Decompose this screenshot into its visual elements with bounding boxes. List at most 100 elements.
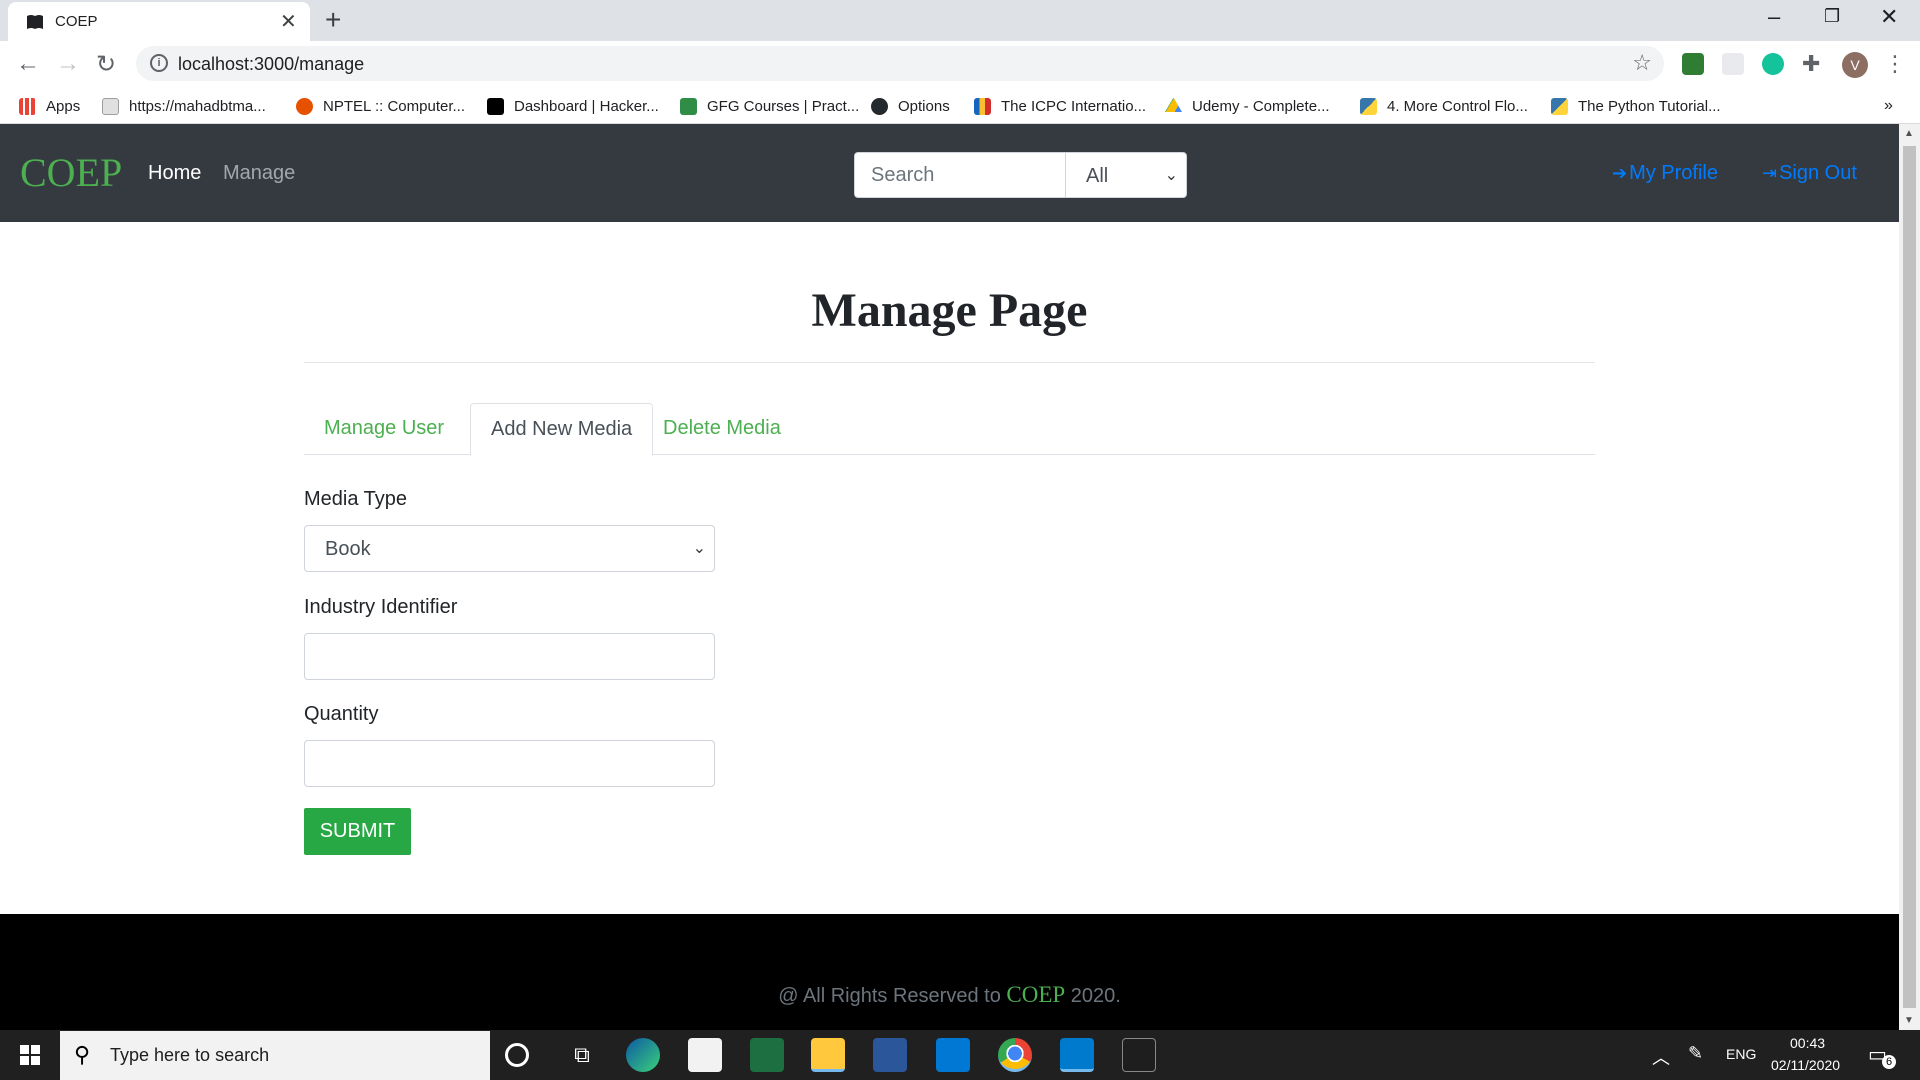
search-filter-select[interactable]: All ⌄: [1066, 153, 1186, 197]
bookmark-mahadbt[interactable]: https://mahadbtma...: [102, 95, 266, 117]
bookmark-options[interactable]: Options: [871, 95, 950, 117]
media-type-select[interactable]: Book ⌄: [304, 525, 715, 572]
document-icon: [102, 97, 119, 115]
bookmark-label: Options: [898, 97, 950, 115]
grammarly-icon[interactable]: [1762, 53, 1784, 75]
word-icon[interactable]: [873, 1038, 907, 1072]
divider: [304, 362, 1595, 363]
submit-button[interactable]: SUBMIT: [304, 808, 411, 855]
vscode-icon[interactable]: [1060, 1038, 1094, 1072]
industry-identifier-label: Industry Identifier: [304, 596, 458, 618]
nav-manage-link[interactable]: Manage: [223, 162, 295, 185]
new-tab-icon[interactable]: +: [325, 4, 341, 36]
scrollbar-thumb[interactable]: [1903, 146, 1916, 1008]
extension-blank-icon[interactable]: [1722, 53, 1744, 75]
tab-title: COEP: [55, 13, 98, 30]
excel-icon[interactable]: [750, 1038, 784, 1072]
chrome-icon[interactable]: [998, 1038, 1032, 1072]
address-bar[interactable]: i localhost:3000/manage ☆: [136, 46, 1664, 81]
bookmark-apps[interactable]: Apps: [19, 95, 80, 117]
windows-start-icon[interactable]: [20, 1045, 40, 1065]
minimize-icon[interactable]: –: [1768, 4, 1780, 30]
bookmark-label: Udemy - Complete...: [1192, 97, 1330, 115]
taskbar-search-box[interactable]: ⚲ Type here to search: [60, 1031, 490, 1080]
book-icon: [27, 15, 43, 29]
taskbar-search-placeholder: Type here to search: [110, 1045, 270, 1065]
bookmark-icpc[interactable]: The ICPC Internatio...: [974, 95, 1146, 117]
tab-delete-media[interactable]: Delete Media: [643, 403, 801, 455]
bookmark-star-icon[interactable]: ☆: [1632, 50, 1652, 76]
browser-menu-icon[interactable]: ⋮: [1884, 53, 1906, 75]
brand-logo[interactable]: COEP: [20, 149, 122, 196]
nav-home-link[interactable]: Home: [148, 162, 201, 185]
back-icon[interactable]: ←: [16, 50, 40, 78]
extensions-puzzle-icon[interactable]: ✚: [1802, 53, 1824, 75]
sign-out-link[interactable]: ⇥ Sign Out: [1762, 162, 1857, 185]
quantity-input[interactable]: [304, 740, 715, 787]
profile-avatar[interactable]: V: [1842, 52, 1868, 78]
pen-icon[interactable]: ✎: [1688, 1043, 1703, 1064]
window-close-icon[interactable]: ✕: [1880, 4, 1898, 30]
forward-icon[interactable]: →: [56, 50, 80, 78]
more-bookmarks-icon[interactable]: »: [1884, 95, 1893, 117]
sign-out-icon: ⇥: [1762, 163, 1778, 183]
bookmark-udemy[interactable]: Udemy - Complete...: [1165, 95, 1330, 117]
sign-in-icon: ➔: [1612, 163, 1628, 183]
search-icon: ⚲: [74, 1042, 91, 1067]
search-filter-value: All: [1086, 165, 1109, 187]
bookmark-label: GFG Courses | Pract...: [707, 97, 860, 115]
footer-prefix: @ All Rights Reserved to: [778, 985, 1007, 1007]
task-view-icon[interactable]: ⧉: [565, 1038, 599, 1072]
bookmarks-bar: Apps https://mahadbtma... NPTEL :: Compu…: [0, 86, 1920, 124]
hackerrank-icon: [487, 97, 504, 115]
url-text: localhost:3000/manage: [178, 54, 365, 74]
bookmark-label: 4. More Control Flo...: [1387, 97, 1528, 115]
manage-tabs: Manage User Add New Media Delete Media: [304, 403, 1595, 456]
windows-taskbar: ⚲ Type here to search ⧉ ︿ ✎ ENG 00:43 02…: [0, 1030, 1920, 1080]
bookmark-nptel[interactable]: NPTEL :: Computer...: [296, 95, 465, 117]
clock-time[interactable]: 00:43: [1790, 1035, 1825, 1051]
bookmark-control-flow[interactable]: 4. More Control Flo...: [1360, 95, 1528, 117]
bookmark-hackerrank[interactable]: Dashboard | Hacker...: [487, 95, 659, 117]
bookmark-label: Apps: [46, 97, 81, 115]
bookmark-label: The ICPC Internatio...: [1001, 97, 1147, 115]
file-explorer-icon[interactable]: [811, 1038, 845, 1072]
gfg-icon: [680, 97, 697, 115]
bookmark-python-tutorial[interactable]: The Python Tutorial...: [1551, 95, 1721, 117]
browser-tab[interactable]: COEP ✕: [8, 2, 310, 41]
footer-suffix: 2020.: [1065, 985, 1121, 1007]
reload-icon[interactable]: ↻: [96, 50, 116, 79]
quantity-label: Quantity: [304, 703, 379, 725]
restore-icon[interactable]: ❐: [1824, 6, 1840, 27]
bookmark-label: The Python Tutorial...: [1578, 97, 1721, 115]
bookmark-gfg[interactable]: GFG Courses | Pract...: [680, 95, 859, 117]
store-icon[interactable]: [688, 1038, 722, 1072]
cortana-icon[interactable]: [505, 1043, 529, 1067]
chevron-down-icon: ⌄: [1164, 167, 1178, 184]
search-input[interactable]: [855, 153, 1066, 197]
google-drive-icon: [1165, 97, 1182, 112]
close-tab-icon[interactable]: ✕: [280, 9, 297, 34]
edge-icon[interactable]: [626, 1038, 660, 1072]
site-info-icon[interactable]: i: [150, 54, 168, 72]
search-group: All ⌄: [854, 152, 1187, 198]
mail-icon[interactable]: [936, 1038, 970, 1072]
my-profile-link[interactable]: ➔ My Profile: [1612, 162, 1718, 185]
terminal-icon[interactable]: [1122, 1038, 1156, 1072]
extension-tree-icon[interactable]: [1682, 53, 1704, 75]
tab-add-new-media[interactable]: Add New Media: [470, 403, 654, 456]
industry-identifier-input[interactable]: [304, 633, 715, 680]
media-type-label: Media Type: [304, 488, 408, 510]
python-icon: [1360, 97, 1377, 115]
nptel-icon: [296, 97, 313, 115]
tab-manage-user[interactable]: Manage User: [304, 403, 464, 455]
scroll-up-icon[interactable]: ▲: [1904, 128, 1914, 139]
language-indicator[interactable]: ENG: [1726, 1046, 1756, 1062]
bookmark-label: https://mahadbtma...: [129, 97, 266, 115]
clock-date[interactable]: 02/11/2020: [1771, 1057, 1840, 1073]
page-scrollbar[interactable]: ▲ ▼: [1899, 124, 1920, 1030]
bookmark-label: Dashboard | Hacker...: [514, 97, 659, 115]
show-hidden-icons[interactable]: ︿: [1652, 1044, 1670, 1070]
notification-count-badge: 6: [1882, 1055, 1896, 1069]
scroll-down-icon[interactable]: ▼: [1904, 1015, 1914, 1026]
